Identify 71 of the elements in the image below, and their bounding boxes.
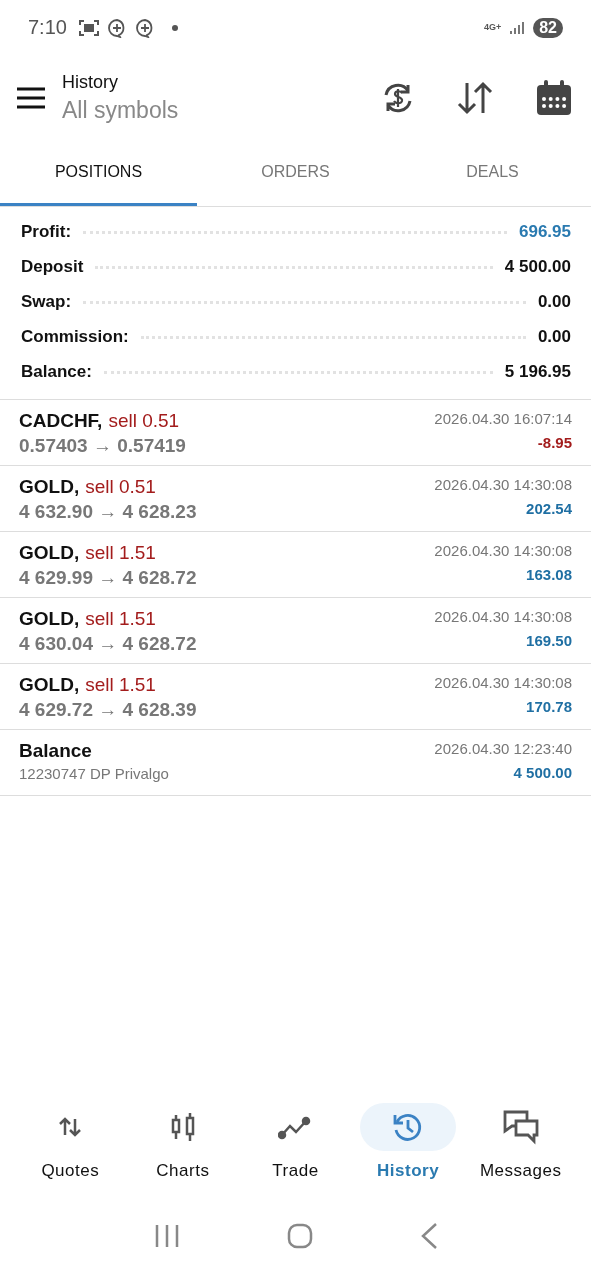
deal-symbol: CADCHF,	[19, 410, 103, 432]
deal-symbol: Balance	[19, 740, 92, 762]
deal-action: sell 1.51	[85, 608, 156, 630]
deal-action: sell 0.51	[85, 476, 156, 498]
chat-plus-icon	[134, 17, 155, 38]
chat-bubbles-icon	[501, 1109, 540, 1145]
nav-tab[interactable]: Trade	[239, 1103, 352, 1205]
deal-amount: 169.50	[526, 632, 572, 649]
nav-tab[interactable]: Messages	[464, 1103, 577, 1205]
screenshot-icon	[78, 18, 99, 37]
deal-prices: 4 629.72 → 4 628.39	[19, 699, 197, 721]
summary-value: 5 196.95	[504, 362, 571, 382]
summary-value: 0.00	[537, 327, 571, 347]
tab[interactable]: DEALS	[394, 140, 591, 206]
deal-prices: 4 629.99 → 4 628.72	[19, 567, 197, 589]
status-time: 7:10	[28, 16, 67, 39]
deal-row[interactable]: GOLD, sell 1.51 4 629.99 → 4 628.72 2026.04.30 14:30:08 163.08	[0, 532, 591, 598]
deal-time: 2026.04.30 12:23:40	[434, 740, 572, 757]
deal-amount: 163.08	[526, 566, 572, 583]
dot-icon	[170, 23, 179, 32]
deal-time: 2026.04.30 14:30:08	[434, 476, 572, 493]
network-type: 4G+	[483, 23, 502, 32]
tab[interactable]: POSITIONS	[0, 140, 197, 206]
deal-prices: 4 632.90 → 4 628.23	[19, 501, 197, 523]
deal-action: sell 0.51	[108, 410, 180, 432]
deal-amount: 170.78	[526, 698, 572, 715]
recent-apps-button[interactable]	[153, 1223, 180, 1248]
deal-action: sell 1.51	[85, 542, 156, 564]
summary-value: 696.95	[519, 222, 571, 242]
nav-tab[interactable]: Quotes	[14, 1103, 127, 1205]
deal-comment: 12230747 DP Privalgo	[19, 765, 169, 782]
deal-time: 2026.04.30 16:07:14	[434, 410, 572, 427]
summary-label: Profit:	[21, 222, 72, 242]
deal-row[interactable]: GOLD, sell 1.51 4 629.72 → 4 628.39 2026.04.30 14:30:08 170.78	[0, 664, 591, 730]
deal-symbol: GOLD,	[19, 476, 80, 498]
deal-row[interactable]: GOLD, sell 0.51 4 632.90 → 4 628.23 2026.04.30 14:30:08 202.54	[0, 466, 591, 532]
deal-prices: 4 630.04 → 4 628.72	[19, 633, 197, 655]
home-button[interactable]	[286, 1222, 313, 1249]
deal-time: 2026.04.30 14:30:08	[434, 542, 572, 559]
deal-row[interactable]: CADCHF, sell 0.51 0.57403 → 0.57419 2026.04.30 16:07:14 -8.95	[0, 400, 591, 466]
nav-tab[interactable]: Charts	[126, 1103, 240, 1205]
deal-action: sell 1.51	[85, 674, 156, 696]
deal-amount: -8.95	[537, 434, 572, 451]
deal-amount: 4 500.00	[513, 764, 572, 781]
chat-plus-icon	[106, 17, 127, 38]
summary-label: Deposit	[21, 257, 84, 277]
calendar-button[interactable]	[535, 79, 573, 116]
deal-time: 2026.04.30 14:30:08	[434, 608, 572, 625]
symbol-filter[interactable]: All symbols	[62, 96, 179, 124]
deal-symbol: GOLD,	[19, 674, 80, 696]
summary-label: Commission:	[21, 327, 129, 347]
tab[interactable]: ORDERS	[197, 140, 394, 206]
summary-value: 4 500.00	[504, 257, 571, 277]
back-button[interactable]	[419, 1221, 438, 1250]
up-down-arrows-icon	[57, 1115, 84, 1139]
battery-level: 82	[533, 17, 563, 38]
deal-row[interactable]: GOLD, sell 1.51 4 630.04 → 4 628.72 2026.04.30 14:30:08 169.50	[0, 598, 591, 664]
nav-tab[interactable]: History	[351, 1103, 465, 1205]
deal-symbol: GOLD,	[19, 542, 80, 564]
deal-time: 2026.04.30 14:30:08	[434, 674, 572, 691]
screen-title: History	[62, 71, 119, 93]
deal-row[interactable]: Balance 12230747 DP Privalgo 2026.04.30 12:23:40 4 500.00	[0, 730, 591, 796]
summary-label: Balance:	[21, 362, 92, 382]
summary-value: 0.00	[537, 292, 571, 312]
deal-symbol: GOLD,	[19, 608, 80, 630]
deal-prices: 0.57403 → 0.57419	[19, 435, 186, 457]
deal-amount: 202.54	[526, 500, 572, 517]
menu-button[interactable]	[16, 86, 46, 109]
sort-button[interactable]	[457, 80, 493, 115]
summary-label: Swap:	[21, 292, 72, 312]
signal-icon	[509, 20, 526, 35]
